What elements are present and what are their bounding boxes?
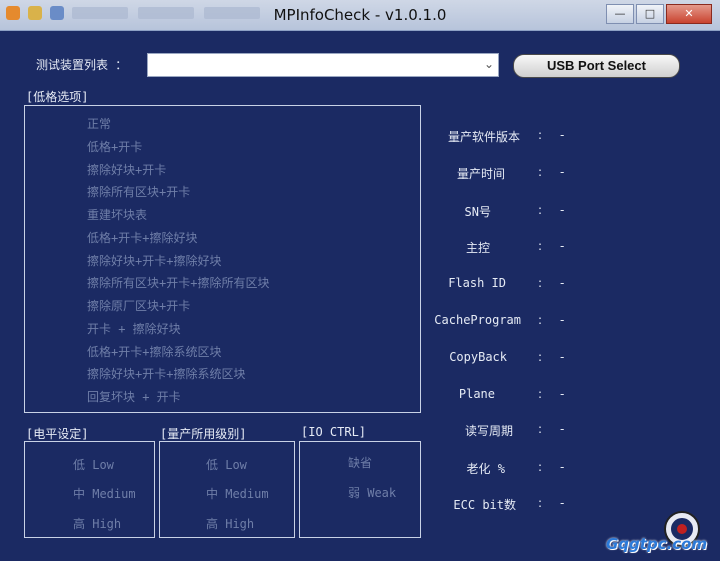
info-value: - [560,350,565,364]
info-colon: : [538,496,543,510]
info-colon: : [538,165,543,179]
format-option[interactable]: 擦除好块+开卡+擦除好块 [87,252,221,269]
app-window: MPInfoCheck - v1.0.1.0 — □ ✕ 测试装置列表 ： ⌄ … [0,0,720,561]
info-label: 主控 [465,241,490,255]
usb-port-select-button[interactable]: USB Port Select [513,54,680,78]
info-colon: : [538,350,543,364]
info-label: Flash ID [448,276,506,290]
io-option[interactable]: 缺省 [348,454,372,471]
voltage-setting-title: [电平设定] [26,427,89,441]
maximize-button[interactable]: □ [636,4,664,24]
info-value: - [560,313,565,327]
info-label: 量产时间 [456,167,505,181]
format-option[interactable]: 低格+开卡 [87,138,142,155]
info-label: 量产软件版本 [447,130,520,144]
info-value: - [560,128,565,142]
voltage-option[interactable]: 低 Low [73,456,114,473]
info-value: - [560,276,565,290]
format-option[interactable]: 回复坏块 + 开卡 [87,388,181,405]
format-option[interactable]: 擦除好块+开卡 [87,161,166,178]
format-option[interactable]: 擦除好块+开卡+擦除系统区块 [87,365,245,382]
info-colon: : [538,276,543,290]
info-label: 老化 % [466,462,505,476]
device-list-label: 测试装置列表 ： [36,58,128,72]
info-value: - [560,165,565,179]
info-colon: : [538,203,543,217]
info-colon: : [538,422,543,436]
format-option[interactable]: 低格+开卡+擦除系统区块 [87,343,221,360]
window-controls: — □ ✕ [606,4,712,24]
info-colon: : [538,239,543,253]
level-option[interactable]: 高 High [206,515,254,532]
close-button[interactable]: ✕ [666,4,712,24]
voltage-option[interactable]: 高 High [73,515,121,532]
io-option[interactable]: 弱 Weak [348,484,396,501]
format-option[interactable]: 擦除所有区块+开卡 [87,183,190,200]
info-value: - [560,422,565,436]
io-ctrl-title: [IO CTRL] [301,425,367,439]
info-label: 读写周期 [464,424,513,438]
info-label: ECC bit数 [453,498,516,512]
info-value: - [560,460,565,474]
level-option[interactable]: 中 Medium [206,485,269,502]
format-option[interactable]: 擦除原厂区块+开卡 [87,297,190,314]
format-option[interactable]: 擦除所有区块+开卡+擦除所有区块 [87,274,269,291]
info-value: - [560,203,565,217]
format-option[interactable]: 开卡 + 擦除好块 [87,320,181,337]
info-value: - [560,239,565,253]
info-colon: : [538,460,543,474]
info-label: CopyBack [449,350,507,364]
info-label: Plane [458,387,495,401]
watermark-logo: Gqgtpc.com [606,505,710,557]
format-options-box: 正常 低格+开卡 擦除好块+开卡 擦除所有区块+开卡 重建坏块表 低格+开卡+擦… [24,105,421,413]
format-option[interactable]: 低格+开卡+擦除好块 [87,229,197,246]
production-level-title: [量产所用级别] [160,427,247,441]
info-label: CacheProgram [434,313,521,327]
production-level-box: 低 Low 中 Medium 高 High [159,441,295,538]
format-options-title: [低格选项] [26,90,89,104]
info-colon: : [538,128,543,142]
device-list-select[interactable]: ⌄ [147,53,499,77]
voltage-option[interactable]: 中 Medium [73,485,136,502]
info-colon: : [538,313,543,327]
info-value: - [560,496,565,510]
watermark-text: Gqgtpc.com [606,535,708,553]
minimize-button[interactable]: — [606,4,634,24]
format-option[interactable]: 正常 [87,115,111,132]
io-ctrl-box: 缺省 弱 Weak [299,441,421,538]
info-label: SN号 [464,205,491,219]
chevron-down-icon[interactable]: ⌄ [484,57,494,71]
title-bar[interactable]: MPInfoCheck - v1.0.1.0 — □ ✕ [0,0,720,31]
level-option[interactable]: 低 Low [206,456,247,473]
voltage-setting-box: 低 Low 中 Medium 高 High [24,441,155,538]
format-option[interactable]: 重建坏块表 [87,206,147,223]
info-colon: : [538,387,543,401]
info-value: - [560,387,565,401]
